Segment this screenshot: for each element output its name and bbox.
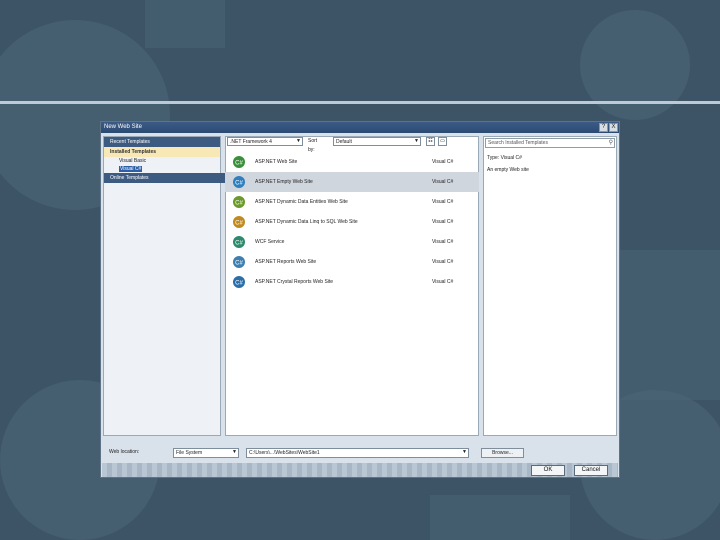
background-square	[430, 495, 570, 540]
template-categories-pane: Recent Templates Installed Templates Vis…	[103, 136, 226, 436]
sort-select-value: Default	[336, 139, 352, 145]
template-language: Visual C#	[432, 259, 454, 265]
small-icons-view-button[interactable]: ▭	[438, 137, 447, 146]
template-row[interactable]: C# ASP.NET Dynamic Data Linq to SQL Web S…	[225, 212, 479, 232]
chevron-down-icon: ▼	[296, 138, 301, 144]
dialog-title: New Web Site	[101, 122, 619, 133]
template-row[interactable]: C# ASP.NET Dynamic Data Entities Web Site…	[225, 192, 479, 212]
ok-button[interactable]: OK	[531, 465, 565, 476]
template-language: Visual C#	[432, 219, 454, 225]
empty-web-site-icon: C#	[232, 175, 246, 189]
framework-select[interactable]: .NET Framework 4 ▼	[227, 137, 303, 146]
template-name: ASP.NET Reports Web Site	[255, 259, 317, 265]
svg-text:C#: C#	[235, 261, 243, 267]
dynamic-data-icon: C#	[232, 195, 246, 209]
location-path-value: C:\Users\...\WebSites\WebSite1	[249, 450, 320, 456]
new-web-site-dialog: New Web Site ? X Recent Templates Instal…	[100, 121, 620, 478]
browse-button[interactable]: Browse...	[481, 448, 524, 458]
search-templates-input[interactable]: Search Installed Templates ⚲	[485, 138, 615, 148]
search-icon[interactable]: ⚲	[609, 139, 613, 147]
crystal-reports-icon: C#	[232, 275, 246, 289]
svg-text:C#: C#	[235, 241, 243, 247]
template-row[interactable]: C# ASP.NET Empty Web Site Visual C#	[225, 172, 479, 192]
medium-icons-view-button[interactable]: ☷	[426, 137, 435, 146]
chevron-down-icon: ▼	[462, 449, 467, 455]
language-visual-csharp-label: Visual C#	[119, 166, 143, 172]
template-language: Visual C#	[432, 179, 454, 185]
template-row[interactable]: C# ASP.NET Reports Web Site Visual C#	[225, 252, 479, 272]
cancel-button[interactable]: Cancel	[574, 465, 608, 476]
reports-icon: C#	[232, 255, 246, 269]
recent-templates[interactable]: Recent Templates	[104, 137, 220, 147]
location-type-value: File System	[176, 450, 203, 456]
template-row[interactable]: C# WCF Service Visual C#	[225, 232, 479, 252]
template-name: ASP.NET Empty Web Site	[255, 179, 313, 185]
template-name: ASP.NET Crystal Reports Web Site	[255, 279, 334, 285]
sort-select[interactable]: Default ▼	[333, 137, 421, 146]
dynamic-data-linq-icon: C#	[232, 215, 246, 229]
wcf-service-icon: C#	[232, 235, 246, 249]
svg-text:C#: C#	[235, 181, 243, 187]
svg-text:C#: C#	[235, 281, 243, 287]
background-square	[145, 0, 225, 48]
svg-text:C#: C#	[235, 201, 243, 207]
close-button[interactable]: X	[609, 123, 618, 132]
framework-select-value: .NET Framework 4	[230, 139, 272, 145]
svg-text:C#: C#	[235, 221, 243, 227]
template-language: Visual C#	[432, 199, 454, 205]
language-visual-csharp[interactable]: Visual C#	[104, 165, 220, 173]
location-path-input[interactable]: C:\Users\...\WebSites\WebSite1 ▼	[246, 448, 469, 458]
web-location-label: Web location:	[109, 449, 140, 455]
template-row[interactable]: C# ASP.NET Web Site Visual C#	[225, 152, 479, 172]
search-placeholder: Search Installed Templates	[488, 140, 548, 146]
template-name: ASP.NET Dynamic Data Linq to SQL Web Sit…	[255, 219, 358, 225]
templates-list: C# ASP.NET Web Site Visual C# C# ASP.NET Emp…	[225, 152, 479, 292]
template-language: Visual C#	[432, 279, 454, 285]
language-visual-basic[interactable]: Visual Basic	[104, 157, 220, 165]
template-row[interactable]: C# ASP.NET Crystal Reports Web Site Visual…	[225, 272, 479, 292]
template-language: Visual C#	[432, 239, 454, 245]
template-details-pane	[483, 136, 617, 436]
web-site-icon: C#	[232, 155, 246, 169]
location-type-select[interactable]: File System ▼	[173, 448, 239, 458]
svg-text:C#: C#	[235, 161, 243, 167]
online-templates[interactable]: Online Templates	[104, 173, 226, 183]
chevron-down-icon: ▼	[414, 138, 419, 144]
help-button[interactable]: ?	[599, 123, 608, 132]
template-name: WCF Service	[255, 239, 285, 245]
template-type: Type: Visual C#	[487, 155, 522, 161]
installed-templates[interactable]: Installed Templates	[104, 147, 220, 157]
template-name: ASP.NET Web Site	[255, 159, 298, 165]
template-language: Visual C#	[432, 159, 454, 165]
web-location-row: Web location: File System ▼ C:\Users\...…	[101, 447, 619, 459]
decorative-rule	[0, 101, 720, 104]
chevron-down-icon: ▼	[232, 449, 237, 455]
template-name: ASP.NET Dynamic Data Entities Web Site	[255, 199, 348, 205]
template-description: An empty Web site	[487, 167, 529, 173]
